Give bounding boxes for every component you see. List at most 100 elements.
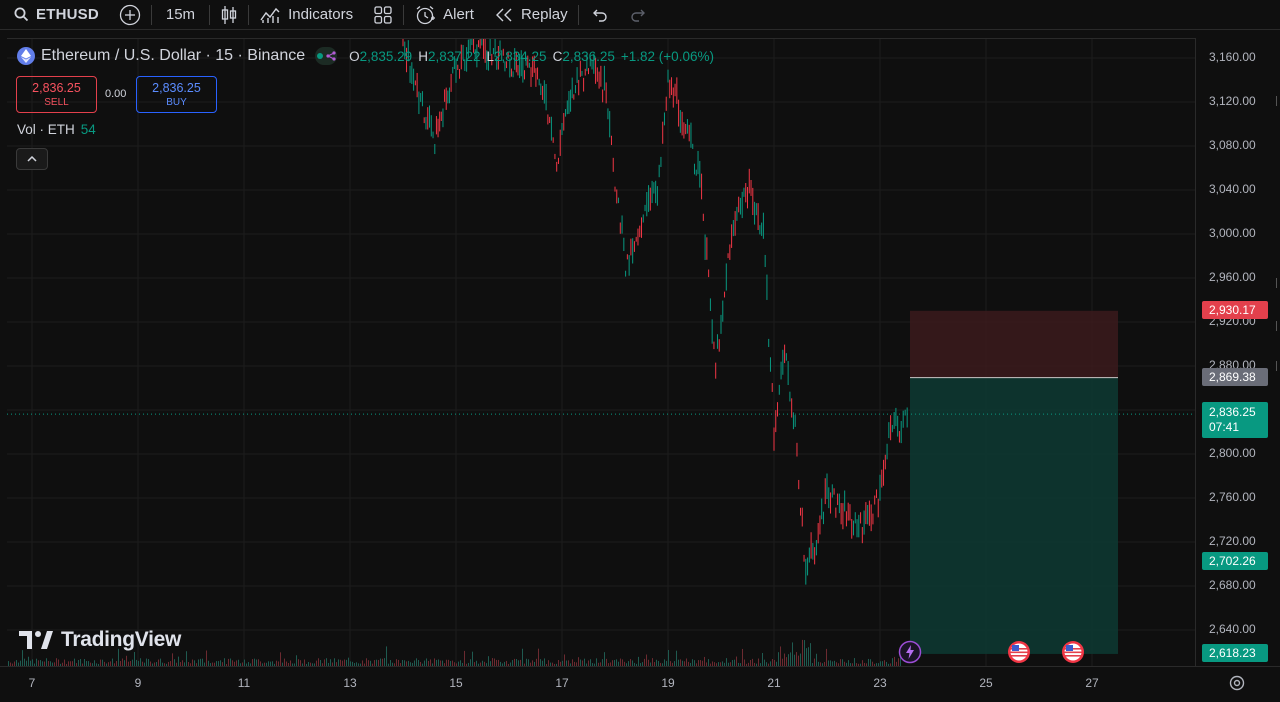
alert-button[interactable]: Alert xyxy=(404,0,484,30)
sell-button[interactable]: 2,836.25 SELL xyxy=(16,76,97,113)
volume-bar xyxy=(122,658,123,666)
us-flag-event-icon[interactable] xyxy=(1061,640,1085,664)
interval-button[interactable]: 15m xyxy=(152,0,209,30)
volume-bar xyxy=(782,658,783,666)
volume-bar xyxy=(494,658,495,666)
volume-bar xyxy=(726,658,727,666)
indicators-icon xyxy=(259,5,281,25)
volume-bar xyxy=(814,658,815,666)
volume-bar xyxy=(652,658,653,666)
replay-button[interactable]: Replay xyxy=(484,0,578,30)
indicators-button[interactable]: Indicators xyxy=(249,0,363,30)
volume-bar xyxy=(148,659,149,666)
volume-bar xyxy=(736,656,737,666)
volume-value: 54 xyxy=(80,122,96,137)
open-value: 2,835.29 xyxy=(359,48,413,64)
tradingview-logo-text: TradingView xyxy=(61,628,182,651)
volume-bar xyxy=(606,658,607,666)
templates-button[interactable] xyxy=(363,0,403,30)
take-profit-zone xyxy=(910,377,1118,654)
volume-bar xyxy=(840,659,841,666)
volume-bar xyxy=(318,658,319,666)
volume-bar xyxy=(434,658,435,666)
volume-bar xyxy=(134,651,135,666)
volume-bar xyxy=(326,658,327,666)
stop-loss-price-tag: 2,930.17 xyxy=(1202,301,1268,319)
redo-icon xyxy=(629,7,649,23)
volume-bar xyxy=(802,639,803,666)
sell-label: SELL xyxy=(44,97,69,108)
price-chart[interactable] xyxy=(7,39,1195,667)
low-value: 2,834.25 xyxy=(494,48,547,64)
tradingview-logo-icon xyxy=(19,631,53,649)
indicators-label: Indicators xyxy=(288,6,354,23)
alert-label: Alert xyxy=(443,6,474,23)
tradingview-logo[interactable]: TradingView xyxy=(19,628,181,652)
price-axis[interactable]: 2,640.00 2,680.00 2,720.00 2,760.00 2,800.00… xyxy=(1195,38,1280,666)
target-price-tag: 2,702.26 xyxy=(1202,552,1268,570)
open-key: O xyxy=(349,48,360,64)
alarm-clock-icon xyxy=(414,4,436,26)
lightning-event-icon[interactable] xyxy=(898,640,922,664)
grid-icon xyxy=(373,5,393,25)
volume-bar xyxy=(178,656,179,666)
redo-button[interactable] xyxy=(619,0,659,30)
ohlc-values: O2,835.29 H2,837.22 L2,834.25 C2,836.25 … xyxy=(349,49,714,64)
volume-bar xyxy=(742,648,743,666)
current-price-value: 2,836.25 xyxy=(1209,405,1256,419)
buy-button[interactable]: 2,836.25 BUY xyxy=(136,76,217,113)
volume-bar xyxy=(538,648,539,666)
volume-legend[interactable]: Vol · ETH 54 xyxy=(17,122,96,137)
volume-bar xyxy=(616,659,617,666)
time-tick-label: 27 xyxy=(1085,676,1099,690)
volume-bar xyxy=(416,658,417,666)
volume-bar xyxy=(492,658,493,666)
volume-bar xyxy=(258,659,259,666)
volume-bar xyxy=(758,658,759,666)
chart-settings-button[interactable] xyxy=(1228,674,1246,692)
symbol-search[interactable]: ETHUSD xyxy=(0,0,109,30)
volume-bar xyxy=(386,646,387,666)
volume-bar xyxy=(792,642,793,666)
volume-bar xyxy=(680,659,681,666)
market-status-badge[interactable] xyxy=(315,47,338,65)
volume-bar xyxy=(514,658,515,666)
collapse-legend-button[interactable] xyxy=(16,148,48,170)
time-tick-label: 13 xyxy=(343,676,357,690)
chart-type-button[interactable] xyxy=(210,0,248,30)
volume-bar xyxy=(800,653,801,666)
price-tick-label: 2,800.00 xyxy=(1209,446,1256,460)
volume-bar xyxy=(112,658,113,666)
volume-bar xyxy=(140,658,141,666)
volume-bar xyxy=(526,658,527,666)
volume-bar xyxy=(798,655,799,666)
buy-price: 2,836.25 xyxy=(152,81,201,95)
volume-bar xyxy=(284,658,285,666)
volume-bar xyxy=(788,654,789,666)
volume-bar xyxy=(536,658,537,666)
undo-button[interactable] xyxy=(579,0,619,30)
volume-bar xyxy=(186,651,187,666)
volume-bar xyxy=(516,659,517,666)
volume-bar xyxy=(578,657,579,666)
volume-bar xyxy=(544,658,545,666)
price-tick-label: 3,120.00 xyxy=(1209,94,1256,108)
time-tick-label: 17 xyxy=(555,676,569,690)
us-flag-event-icon[interactable] xyxy=(1007,640,1031,664)
volume-bar xyxy=(334,658,335,666)
price-tick-label: 2,640.00 xyxy=(1209,622,1256,636)
price-tick-label: 2,720.00 xyxy=(1209,534,1256,548)
volume-bar xyxy=(790,652,791,666)
search-icon xyxy=(14,7,29,22)
chart-pane[interactable] xyxy=(7,38,1195,667)
volume-bar xyxy=(692,659,693,666)
compare-button[interactable] xyxy=(109,0,151,30)
series-title[interactable]: Ethereum / U.S. Dollar · 15 · Binance xyxy=(41,47,305,65)
axis-edge-marker xyxy=(1276,96,1280,106)
volume-bar xyxy=(868,658,869,666)
volume-bar xyxy=(172,653,173,666)
volume-bar xyxy=(56,658,57,666)
time-axis[interactable]: 7 9 11 13 15 17 19 21 23 25 27 xyxy=(0,666,1280,702)
ethereum-logo-icon xyxy=(17,47,35,65)
volume-bar xyxy=(854,658,855,666)
